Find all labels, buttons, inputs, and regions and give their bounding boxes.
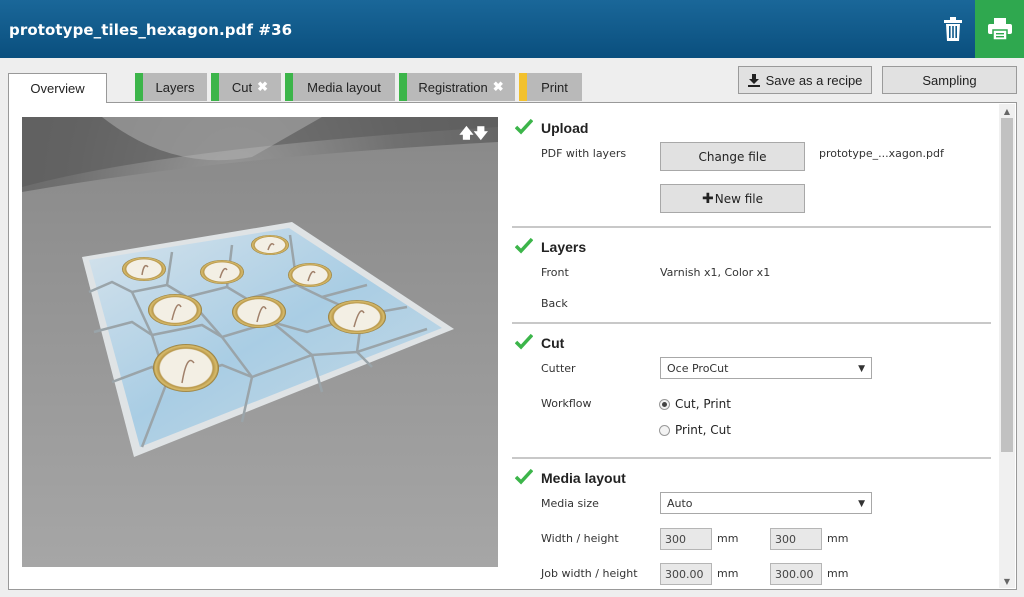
- tab-cut[interactable]: Cut ✖: [211, 73, 281, 101]
- check-icon: [515, 118, 533, 135]
- section-divider: [512, 457, 991, 459]
- unit-label: mm: [717, 532, 739, 545]
- scroll-thumb[interactable]: [1001, 118, 1013, 452]
- error-x-icon: ✖: [492, 79, 504, 94]
- section-divider: [512, 322, 991, 324]
- save-as-recipe-button[interactable]: Save as a recipe: [738, 66, 872, 94]
- tab-print[interactable]: Print: [519, 73, 582, 101]
- filename-value: prototype_...xagon.pdf: [819, 147, 944, 160]
- settings-scrollbar[interactable]: ▲ ▼: [999, 104, 1015, 588]
- settings-panel: Upload PDF with layers Change file proto…: [512, 108, 998, 586]
- job-height-input[interactable]: 300.00: [770, 563, 822, 585]
- print-button[interactable]: [975, 0, 1024, 58]
- back-label: Back: [541, 297, 568, 310]
- button-label: New file: [714, 191, 763, 206]
- cutter-select[interactable]: Oce ProCut ▼: [660, 357, 872, 379]
- tab-label: Cut: [231, 79, 253, 95]
- radio-cut-print[interactable]: Cut, Print: [659, 397, 731, 411]
- tab-status-stripe: [135, 73, 143, 101]
- section-divider: [512, 226, 991, 228]
- front-label: Front: [541, 266, 569, 279]
- section-title-upload: Upload: [541, 120, 589, 136]
- unit-label: mm: [827, 532, 849, 545]
- 3d-preview[interactable]: 🡅🡇: [22, 117, 498, 567]
- dropdown-arrow-icon: ▼: [858, 499, 865, 509]
- tab-layers[interactable]: Layers: [135, 73, 207, 101]
- height-input[interactable]: 300: [770, 528, 822, 550]
- select-value: Auto: [667, 496, 693, 510]
- tab-status-stripe: [285, 73, 293, 101]
- pdf-with-layers-label: PDF with layers: [541, 147, 627, 160]
- plus-icon: ✚: [702, 190, 714, 207]
- preview-render: [22, 117, 498, 567]
- radio-label: Print, Cut: [675, 423, 731, 437]
- radio-print-cut[interactable]: Print, Cut: [659, 423, 731, 437]
- sampling-button[interactable]: Sampling: [882, 66, 1017, 94]
- unit-label: mm: [717, 567, 739, 580]
- button-label: Sampling: [922, 72, 977, 88]
- download-icon: [747, 73, 760, 87]
- view-toggle-icons[interactable]: 🡅🡇: [459, 123, 488, 147]
- tab-registration[interactable]: Registration ✖: [399, 73, 515, 101]
- section-title-cut: Cut: [541, 335, 565, 351]
- width-input[interactable]: 300: [660, 528, 712, 550]
- new-file-button[interactable]: ✚ New file: [660, 184, 805, 213]
- scroll-up-arrow-icon[interactable]: ▲: [999, 105, 1015, 117]
- tab-status-stripe: [399, 73, 407, 101]
- radio-dot[interactable]: [659, 398, 670, 410]
- page-title: prototype_tiles_hexagon.pdf #36: [9, 21, 293, 39]
- error-x-icon: ✖: [257, 79, 269, 94]
- tab-status-stripe: [519, 73, 527, 101]
- front-value: Varnish x1, Color x1: [660, 266, 771, 279]
- width-height-label: Width / height: [541, 532, 619, 545]
- check-icon: [515, 237, 533, 254]
- section-title-layers: Layers: [541, 239, 587, 255]
- arrow-up-icon[interactable]: 🡅: [459, 126, 473, 142]
- tab-label: Media layout: [307, 79, 381, 95]
- cutter-label: Cutter: [541, 362, 576, 375]
- app-header: prototype_tiles_hexagon.pdf #36: [0, 0, 1024, 58]
- arrow-down-icon[interactable]: 🡇: [474, 126, 488, 142]
- delete-button[interactable]: [931, 0, 975, 58]
- tab-label: Layers: [155, 79, 195, 95]
- radio-dot[interactable]: [659, 424, 670, 436]
- check-icon: [515, 468, 533, 485]
- scroll-down-arrow-icon[interactable]: ▼: [999, 575, 1015, 587]
- section-title-media-layout: Media layout: [541, 470, 626, 486]
- trash-icon: [944, 17, 962, 41]
- tab-label: Registration: [418, 79, 488, 95]
- tab-overview[interactable]: Overview: [8, 73, 107, 103]
- button-label: Save as a recipe: [765, 72, 863, 88]
- media-size-label: Media size: [541, 497, 599, 510]
- dropdown-arrow-icon: ▼: [858, 364, 865, 374]
- tab-label: Overview: [30, 81, 85, 96]
- check-icon: [515, 333, 533, 350]
- tab-media-layout[interactable]: Media layout: [285, 73, 395, 101]
- workflow-label: Workflow: [541, 397, 592, 410]
- button-label: Change file: [698, 149, 767, 164]
- radio-label: Cut, Print: [675, 397, 731, 411]
- unit-label: mm: [827, 567, 849, 580]
- select-value: Oce ProCut: [667, 361, 729, 375]
- printer-icon: [987, 18, 1012, 40]
- job-width-input[interactable]: 300.00: [660, 563, 712, 585]
- media-size-select[interactable]: Auto ▼: [660, 492, 872, 514]
- tab-status-stripe: [211, 73, 219, 101]
- job-width-height-label: Job width / height: [541, 567, 638, 580]
- tab-label: Print: [541, 79, 568, 95]
- change-file-button[interactable]: Change file: [660, 142, 805, 171]
